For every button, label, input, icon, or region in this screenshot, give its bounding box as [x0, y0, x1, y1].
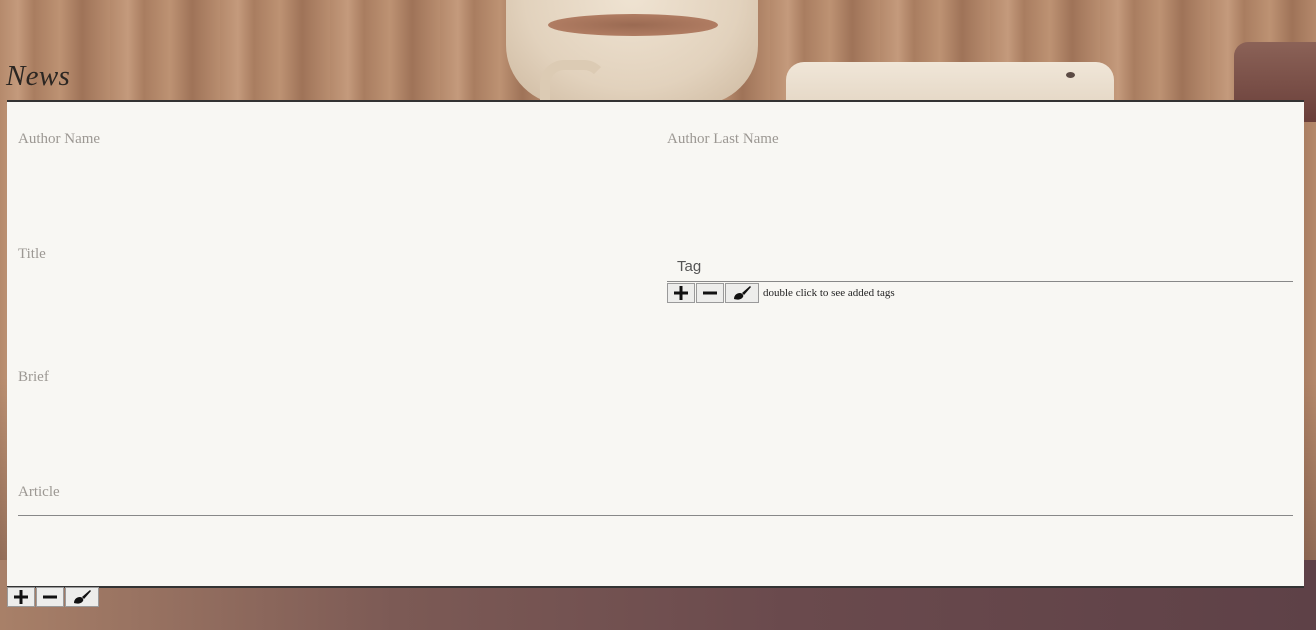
brush-icon: [734, 286, 751, 300]
background-phone-button: [1066, 72, 1075, 78]
background-coffee: [548, 14, 718, 36]
add-button[interactable]: [7, 587, 35, 607]
brief-field[interactable]: Brief: [18, 369, 49, 386]
page-title: News: [6, 60, 71, 92]
tag-input[interactable]: [667, 252, 1293, 282]
tag-hint: double click to see added tags: [763, 287, 895, 299]
title-field[interactable]: Title: [18, 246, 46, 263]
add-tag-button[interactable]: [667, 283, 695, 303]
plus-icon: [674, 286, 688, 300]
article-input[interactable]: [18, 486, 1293, 516]
author-name-field[interactable]: Author Name: [18, 131, 100, 148]
remove-button[interactable]: [36, 587, 64, 607]
clear-button[interactable]: [65, 587, 99, 607]
clear-tags-button[interactable]: [725, 283, 759, 303]
tag-toolbar: double click to see added tags: [667, 283, 895, 303]
remove-tag-button[interactable]: [696, 283, 724, 303]
plus-icon: [14, 590, 28, 604]
news-form: Author Name Author Last Name Title doubl…: [7, 100, 1304, 588]
minus-icon: [703, 291, 717, 295]
form-toolbar: [7, 587, 100, 607]
author-last-name-field[interactable]: Author Last Name: [667, 131, 779, 148]
brush-icon: [74, 590, 91, 604]
minus-icon: [43, 595, 57, 599]
